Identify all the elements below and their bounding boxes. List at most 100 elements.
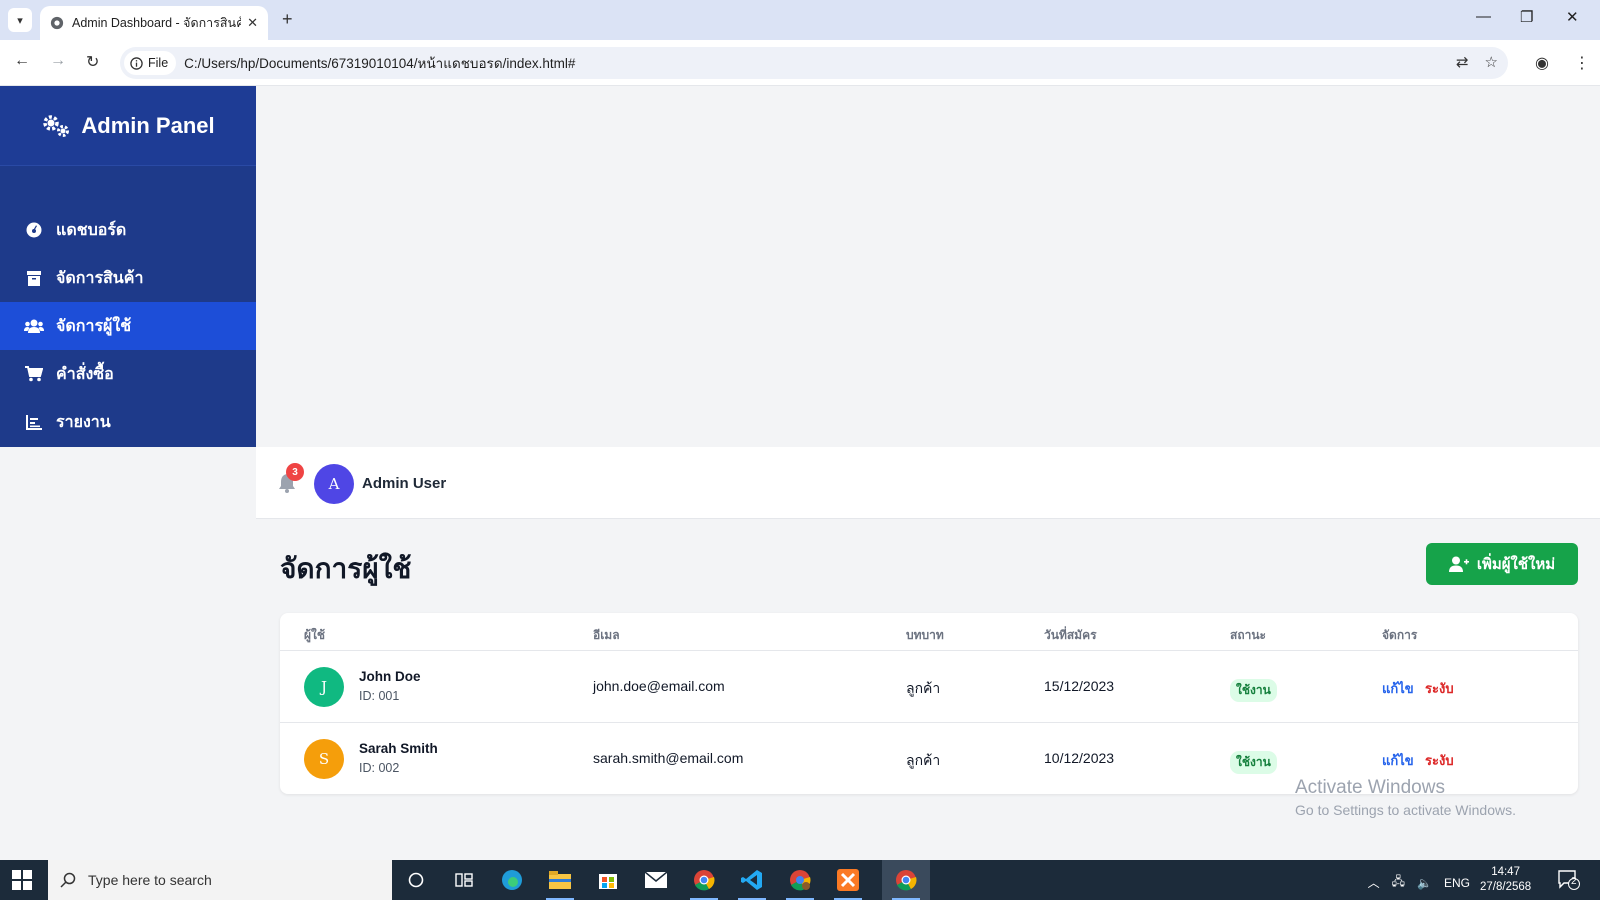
chevron-up-icon[interactable]: ︿	[1368, 874, 1380, 891]
menu-kebab-icon[interactable]: ⋮	[1574, 53, 1590, 73]
clock-date: 27/8/2568	[1480, 881, 1532, 893]
table-header: ผู้ใช้ อีเมล บทบาท วันที่สมัคร สถานะ จัด…	[280, 613, 1578, 651]
task-view-icon[interactable]	[450, 866, 478, 894]
network-icon[interactable]: 🖧	[1392, 872, 1405, 893]
notification-center-icon[interactable]: 2	[1558, 870, 1580, 895]
sidebar-item-dashboard[interactable]: แดชบอร์ด	[0, 206, 256, 254]
user-name: John Doe	[359, 669, 421, 684]
browser-toolbar: ← → ↻ File C:/Users/hp/Documents/6731901…	[0, 40, 1600, 86]
chrome-icon[interactable]	[690, 866, 718, 900]
add-user-button[interactable]: เพิ่มผู้ใช้ใหม่	[1426, 543, 1578, 585]
users-table: ผู้ใช้ อีเมล บทบาท วันที่สมัคร สถานะ จัด…	[280, 613, 1578, 794]
store-icon[interactable]	[594, 866, 622, 894]
cart-icon	[24, 366, 44, 382]
main-empty-area	[256, 86, 1600, 447]
bookmark-star-icon[interactable]: ☆	[1485, 53, 1498, 71]
taskbar-search[interactable]: Type here to search	[48, 860, 392, 900]
language-indicator[interactable]: ENG	[1444, 876, 1470, 890]
col-user: ผู้ใช้	[304, 628, 326, 642]
url-chip-label: File	[148, 56, 169, 70]
user-name: Sarah Smith	[359, 741, 438, 756]
clock-time: 14:47	[1491, 866, 1520, 878]
status-badge: ใช้งาน	[1230, 751, 1277, 774]
col-actions: จัดการ	[1382, 628, 1418, 642]
sidebar-item-label: คำสั่งซื้อ	[56, 365, 114, 383]
user-email: john.doe@email.com	[593, 678, 725, 694]
users-icon	[24, 318, 44, 334]
address-bar[interactable]: File C:/Users/hp/Documents/67319010104/ห…	[120, 47, 1508, 79]
col-role: บทบาท	[906, 628, 944, 642]
user-join-date: 10/12/2023	[1044, 750, 1115, 766]
tab-close-icon[interactable]: ✕	[247, 15, 258, 31]
top-header: 3 A Admin User	[256, 447, 1600, 519]
user-role: ลูกค้า	[906, 752, 941, 768]
user-role: ลูกค้า	[906, 680, 941, 696]
sidebar-item-products[interactable]: จัดการสินค้า	[0, 254, 256, 302]
windows-start-icon[interactable]	[12, 870, 32, 890]
watermark-subtitle: Go to Settings to activate Windows.	[1295, 802, 1516, 818]
file-explorer-icon[interactable]	[546, 866, 574, 900]
system-tray: ︿ 🖧 🔈 ENG	[1368, 872, 1470, 893]
browser-tab-bar: ▾ Admin Dashboard - จัดการสินค้า ✕ + — ❐…	[0, 0, 1600, 40]
profile-icon[interactable]: ◉	[1535, 53, 1549, 73]
translate-icon[interactable]: ⇄	[1456, 53, 1469, 71]
avatar: S	[304, 739, 344, 779]
restore-button[interactable]: ❐	[1520, 8, 1533, 26]
new-tab-button[interactable]: +	[282, 9, 293, 30]
sidebar-item-users[interactable]: จัดการผู้ใช้	[0, 302, 256, 350]
edit-button[interactable]: แก้ไข	[1382, 678, 1414, 699]
sidebar-item-label: รายงาน	[56, 413, 111, 431]
globe-icon	[50, 16, 64, 30]
page-title: จัดการผู้ใช้	[280, 553, 412, 584]
notification-badge: 3	[286, 463, 304, 481]
brand-title: Admin Panel	[81, 112, 215, 138]
forward-button[interactable]: →	[50, 52, 66, 70]
table-row: J John Doe ID: 001 john.doe@email.com ลู…	[280, 651, 1578, 723]
vscode-icon[interactable]	[738, 866, 766, 900]
sidebar-item-label: จัดการผู้ใช้	[56, 317, 132, 335]
tab-title: Admin Dashboard - จัดการสินค้า	[72, 16, 242, 30]
activate-windows-watermark: Activate Windows Go to Settings to activ…	[1295, 777, 1516, 818]
user-email: sarah.smith@email.com	[593, 750, 744, 766]
info-icon	[130, 56, 143, 70]
suspend-button[interactable]: ระงับ	[1425, 678, 1454, 699]
back-button[interactable]: ←	[14, 52, 30, 70]
user-id: ID: 002	[359, 761, 400, 775]
user-join-date: 15/12/2023	[1044, 678, 1115, 694]
reload-button[interactable]: ↻	[86, 52, 99, 72]
col-date: วันที่สมัคร	[1044, 628, 1097, 642]
cortana-icon[interactable]	[402, 866, 430, 894]
close-window-button[interactable]: ✕	[1566, 8, 1579, 26]
browser-tab[interactable]: Admin Dashboard - จัดการสินค้า ✕	[40, 6, 268, 40]
avatar: J	[304, 667, 344, 707]
mail-icon[interactable]	[642, 866, 670, 894]
edit-button[interactable]: แก้ไข	[1382, 750, 1414, 771]
user-name[interactable]: Admin User	[362, 475, 446, 492]
avatar[interactable]: A	[314, 464, 354, 504]
site-info-chip[interactable]: File	[124, 51, 177, 75]
sidebar-item-label: จัดการสินค้า	[56, 269, 144, 287]
suspend-button[interactable]: ระงับ	[1425, 750, 1454, 771]
search-placeholder: Type here to search	[88, 872, 212, 888]
col-email: อีเมล	[593, 628, 620, 642]
sidebar-item-orders[interactable]: คำสั่งซื้อ	[0, 350, 256, 398]
status-badge: ใช้งาน	[1230, 679, 1277, 702]
gears-icon	[43, 114, 70, 137]
chrome-profile-icon[interactable]	[786, 866, 814, 900]
watermark-title: Activate Windows	[1295, 777, 1445, 798]
chrome-active-icon[interactable]	[892, 866, 920, 900]
sidebar-item-label: แดชบอร์ด	[56, 221, 127, 239]
sidebar: Admin Panel แดชบอร์ด จัดการสินค้า จัดการ…	[0, 86, 256, 447]
sidebar-item-reports[interactable]: รายงาน	[0, 398, 256, 446]
minimize-button[interactable]: —	[1476, 8, 1491, 25]
edge-icon[interactable]	[498, 866, 526, 894]
dashboard-icon	[24, 222, 44, 238]
user-id: ID: 001	[359, 689, 400, 703]
volume-icon[interactable]: 🔈	[1417, 876, 1432, 890]
notification-count: 2	[1571, 876, 1577, 887]
chart-icon	[24, 414, 44, 430]
clock[interactable]: 14:47 27/8/2568	[1480, 865, 1531, 895]
sidebar-menu: แดชบอร์ด จัดการสินค้า จัดการผู้ใช้ คำสั่…	[0, 206, 256, 446]
tab-search-button[interactable]: ▾	[8, 8, 32, 32]
xampp-icon[interactable]	[834, 866, 862, 900]
